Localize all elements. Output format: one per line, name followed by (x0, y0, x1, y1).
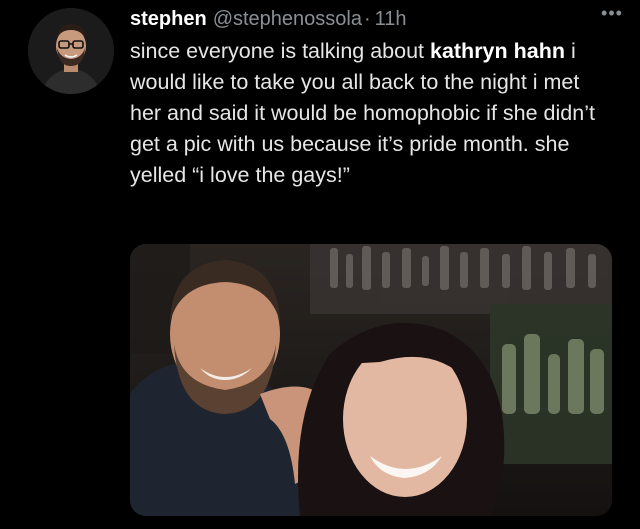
tweet-header: stephen @stephenossola · 11h (130, 4, 620, 34)
avatar[interactable] (28, 8, 114, 94)
separator: · (363, 8, 371, 30)
tweet-text-bold: kathryn hahn (429, 39, 565, 63)
display-name[interactable]: stephen (130, 4, 207, 34)
timestamp[interactable]: 11h (375, 4, 407, 34)
tweet: stephen @stephenossola · 11h ••• since e… (0, 0, 640, 529)
more-horizontal-icon[interactable]: ••• (598, 4, 626, 26)
tweet-text-part: since everyone is talking about (130, 39, 430, 63)
tweet-text: since everyone is talking about kathryn … (130, 36, 610, 191)
user-handle[interactable]: @stephenossola (213, 4, 362, 34)
tweet-photo[interactable] (130, 244, 612, 516)
